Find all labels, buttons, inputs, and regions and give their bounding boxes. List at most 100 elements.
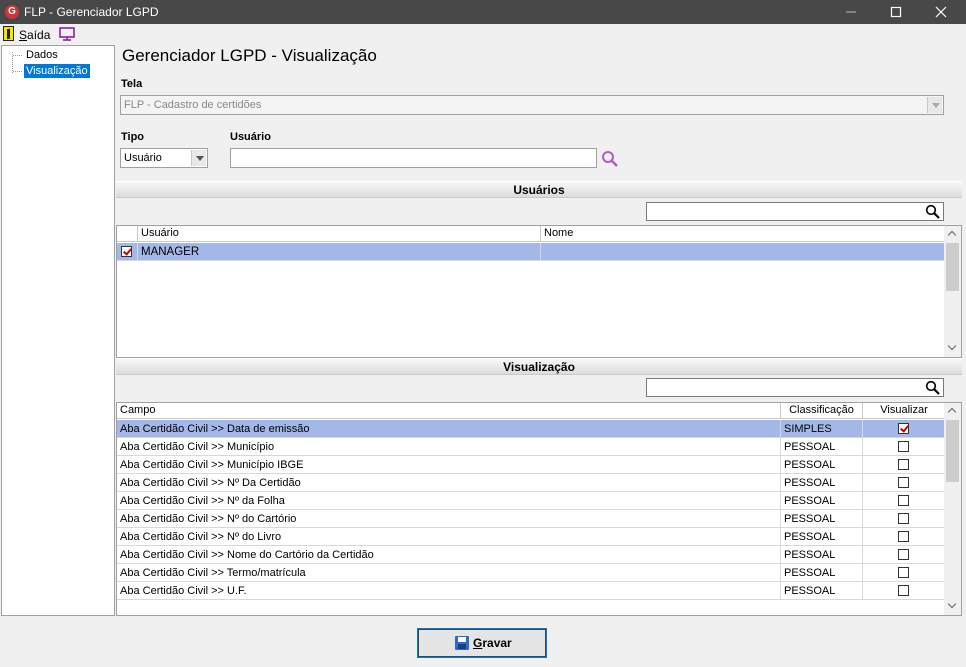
table-row[interactable]: Aba Certidão Civil >> U.F. PESSOAL [117, 582, 946, 600]
visualizar-cell [863, 564, 946, 582]
classificacao-cell: PESSOAL [781, 510, 863, 528]
table-row[interactable]: Aba Certidão Civil >> Nº do Livro PESSOAL [117, 528, 946, 546]
save-button[interactable]: Gravar [417, 628, 547, 658]
user-nome-cell [541, 243, 946, 261]
visualizar-checkbox[interactable] [898, 495, 909, 506]
visualizar-checkbox[interactable] [898, 549, 909, 560]
view-header-classificacao[interactable]: Classificação [781, 403, 863, 419]
table-row[interactable]: Aba Certidão Civil >> Data de emissão SIM… [117, 420, 946, 438]
classificacao-cell: SIMPLES [781, 420, 863, 438]
view-table-header: Campo Classificação Visualizar [117, 403, 946, 419]
users-scrollbar[interactable] [944, 226, 961, 357]
minimize-icon [846, 11, 856, 13]
table-row[interactable]: Aba Certidão Civil >> Nome do Cartório d… [117, 546, 946, 564]
visualizar-cell [863, 420, 946, 438]
minimize-button[interactable] [828, 0, 874, 24]
exit-door-icon[interactable] [3, 26, 14, 41]
view-table: Campo Classificação Visualizar Aba Certi… [116, 402, 962, 616]
exit-menu-mnemonic: S [19, 28, 28, 42]
visualizar-cell [863, 492, 946, 510]
search-icon[interactable] [925, 204, 940, 219]
table-row[interactable]: Aba Certidão Civil >> Termo/matrícula PES… [117, 564, 946, 582]
users-table: Usuário Nome MANAGER [116, 225, 962, 358]
users-header-usuario[interactable]: Usuário [138, 226, 541, 242]
chevron-down-icon [927, 97, 942, 113]
user-row-checkbox[interactable] [121, 246, 132, 257]
user-label: Usuário [230, 131, 271, 143]
view-header-visualizar[interactable]: Visualizar [863, 403, 946, 419]
monitor-icon[interactable] [59, 27, 75, 41]
navigation-tree: Dados Visualização [1, 45, 115, 616]
maximize-icon [890, 6, 902, 18]
visualizar-checkbox[interactable] [898, 477, 909, 488]
save-mnemonic: G [473, 636, 483, 650]
scroll-down-icon[interactable] [944, 598, 961, 615]
close-button[interactable] [918, 0, 964, 24]
maximize-button[interactable] [873, 0, 919, 24]
tree-item-dados[interactable]: Dados [24, 48, 60, 62]
classificacao-cell: PESSOAL [781, 564, 863, 582]
campo-cell: Aba Certidão Civil >> U.F. [117, 582, 781, 600]
save-label-text: ravar [482, 636, 512, 650]
table-row[interactable]: Aba Certidão Civil >> Nº da Folha PESSOAL [117, 492, 946, 510]
table-row[interactable]: Aba Certidão Civil >> Nº Da Certidão PESS… [117, 474, 946, 492]
visualizar-checkbox[interactable] [898, 585, 909, 596]
tree-connector [13, 55, 22, 56]
scroll-up-icon[interactable] [944, 226, 961, 243]
scroll-thumb[interactable] [946, 420, 959, 482]
view-scrollbar[interactable] [944, 403, 961, 615]
campo-cell: Aba Certidão Civil >> Nº da Folha [117, 492, 781, 510]
campo-cell: Aba Certidão Civil >> Termo/matrícula [117, 564, 781, 582]
visualizar-checkbox[interactable] [898, 441, 909, 452]
campo-cell: Aba Certidão Civil >> Município [117, 438, 781, 456]
visualizar-checkbox[interactable] [898, 513, 909, 524]
visualizar-checkbox[interactable] [898, 423, 909, 434]
view-header-campo[interactable]: Campo [117, 403, 781, 419]
page-title: Gerenciador LGPD - Visualização [122, 46, 377, 65]
classificacao-cell: PESSOAL [781, 528, 863, 546]
users-section-header: Usuários [116, 181, 962, 198]
users-search-input[interactable] [646, 202, 944, 221]
floppy-disk-icon [455, 636, 469, 650]
view-section-header: Visualização [116, 358, 962, 375]
users-header-nome[interactable]: Nome [541, 226, 946, 242]
tree-connector [13, 71, 22, 72]
users-table-header: Usuário Nome [117, 226, 946, 242]
search-icon[interactable] [925, 380, 940, 395]
user-check-cell [117, 243, 138, 261]
table-row[interactable]: Aba Certidão Civil >> Nº do Cartório PESS… [117, 510, 946, 528]
visualizar-cell [863, 510, 946, 528]
table-row[interactable]: Aba Certidão Civil >> Município IBGE PESS… [117, 456, 946, 474]
campo-cell: Aba Certidão Civil >> Nº Da Certidão [117, 474, 781, 492]
type-select[interactable]: Usuário [120, 148, 208, 168]
save-button-label: Gravar [473, 629, 512, 657]
visualizar-cell [863, 474, 946, 492]
classificacao-cell: PESSOAL [781, 546, 863, 564]
tree-item-visualizacao[interactable]: Visualização [24, 64, 90, 78]
users-header-check [117, 226, 138, 242]
classificacao-cell: PESSOAL [781, 456, 863, 474]
scroll-up-icon[interactable] [944, 403, 961, 420]
screen-select-value: FLP - Cadastro de certidões [124, 99, 262, 111]
campo-cell: Aba Certidão Civil >> Data de emissão [117, 420, 781, 438]
visualizar-checkbox[interactable] [898, 459, 909, 470]
exit-menu-item[interactable]: Saída [19, 28, 50, 42]
table-row[interactable]: MANAGER [117, 243, 946, 261]
table-row[interactable]: Aba Certidão Civil >> Município PESSOAL [117, 438, 946, 456]
scroll-thumb[interactable] [946, 243, 959, 291]
screen-select[interactable]: FLP - Cadastro de certidões [120, 95, 944, 115]
visualizar-checkbox[interactable] [898, 567, 909, 578]
exit-menu-label: aída [27, 28, 51, 42]
visualizar-checkbox[interactable] [898, 531, 909, 542]
scroll-down-icon[interactable] [944, 340, 961, 357]
campo-cell: Aba Certidão Civil >> Município IBGE [117, 456, 781, 474]
screen-label: Tela [121, 78, 143, 90]
classificacao-cell: PESSOAL [781, 438, 863, 456]
search-icon[interactable] [601, 150, 619, 168]
classificacao-cell: PESSOAL [781, 492, 863, 510]
user-usuario-cell: MANAGER [138, 243, 541, 261]
campo-cell: Aba Certidão Civil >> Nome do Cartório d… [117, 546, 781, 564]
close-icon [935, 6, 947, 18]
user-field[interactable] [230, 148, 597, 168]
view-search-input[interactable] [646, 378, 944, 397]
